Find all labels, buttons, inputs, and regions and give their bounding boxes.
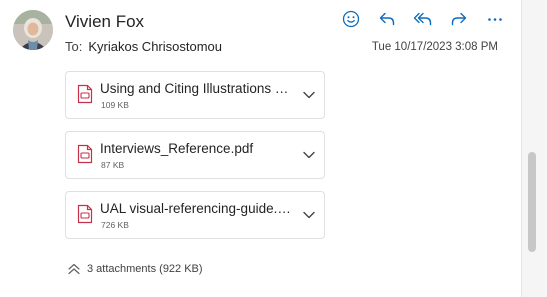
reply-button[interactable] xyxy=(369,8,405,30)
chevron-down-icon[interactable] xyxy=(302,148,316,162)
sent-date: Tue 10/17/2023 3:08 PM xyxy=(371,41,498,53)
message-actions xyxy=(333,8,513,30)
reading-pane: Vivien Fox To: Kyriakos Chrisostomou Tue … xyxy=(0,0,521,297)
to-label: To: xyxy=(65,39,83,54)
avatar[interactable] xyxy=(13,10,53,50)
attachment-card[interactable]: Interviews_Reference.pdf 87 KB xyxy=(65,131,325,179)
scrollbar-track[interactable] xyxy=(521,0,547,297)
scrollbar-thumb[interactable] xyxy=(528,152,536,252)
reply-all-icon xyxy=(413,12,432,26)
attachments-collapse-toggle[interactable]: 3 attachments (922 KB) xyxy=(67,262,203,276)
reply-icon xyxy=(379,12,395,26)
attachment-card[interactable]: UAL visual-referencing-guide.pdf 726 KB xyxy=(65,191,325,239)
chevron-down-icon[interactable] xyxy=(302,208,316,222)
more-actions-button[interactable] xyxy=(477,8,513,30)
pdf-icon xyxy=(77,84,93,104)
recipient-line: To: Kyriakos Chrisostomou xyxy=(65,39,222,54)
reply-all-button[interactable] xyxy=(405,8,441,30)
attachment-name: UAL visual-referencing-guide.pdf xyxy=(100,201,292,216)
sender-name[interactable]: Vivien Fox xyxy=(65,12,144,32)
emoji-button[interactable] xyxy=(333,8,369,30)
attachments-summary: 3 attachments (922 KB) xyxy=(87,263,203,275)
more-icon xyxy=(488,18,502,21)
recipient-name[interactable]: Kyriakos Chrisostomou xyxy=(88,39,222,54)
chevron-down-icon[interactable] xyxy=(302,88,316,102)
attachment-size: 87 KB xyxy=(101,160,125,170)
forward-button[interactable] xyxy=(441,8,477,30)
attachment-size: 726 KB xyxy=(101,220,129,230)
emoji-icon xyxy=(342,10,360,28)
forward-icon xyxy=(451,12,467,26)
attachment-size: 109 KB xyxy=(101,100,129,110)
pdf-icon xyxy=(77,144,93,164)
attachment-card[interactable]: Using and Citing Illustrations and Image… xyxy=(65,71,325,119)
attachment-name: Using and Citing Illustrations and Image… xyxy=(100,81,292,96)
pdf-icon xyxy=(77,204,93,224)
chevron-double-up-icon xyxy=(68,263,80,275)
attachment-name: Interviews_Reference.pdf xyxy=(100,141,254,156)
